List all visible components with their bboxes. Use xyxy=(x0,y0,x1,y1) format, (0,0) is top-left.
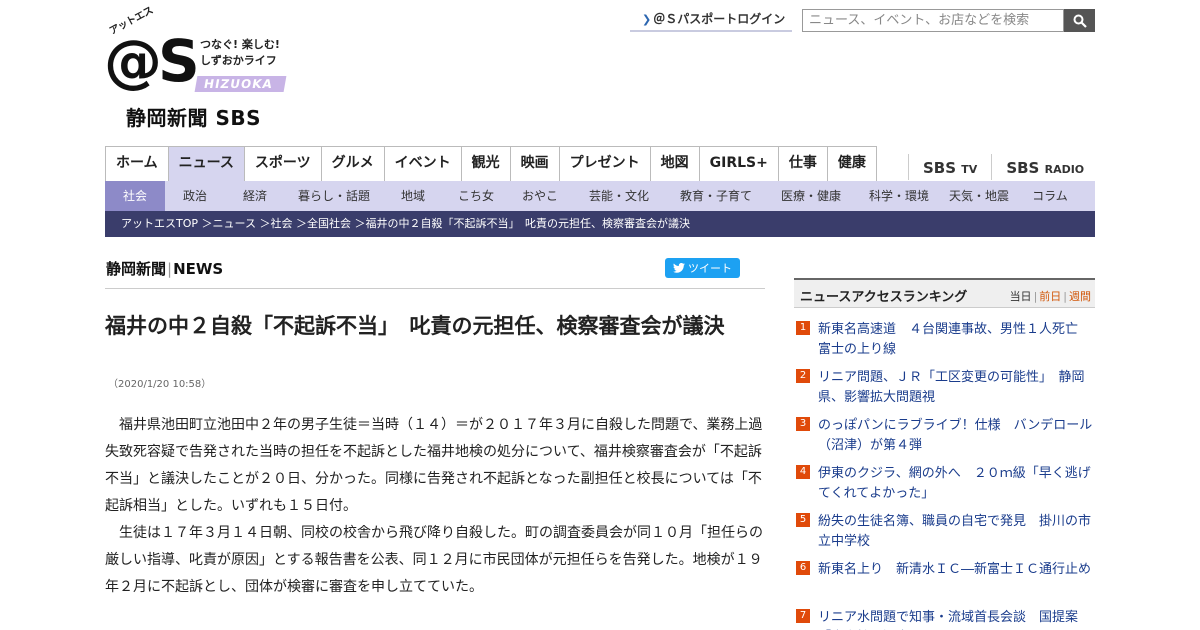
rank-link[interactable]: 紛失の生徒名簿、職員の自宅で発見 掛川の市立中学校 xyxy=(818,514,1091,549)
sub-nav-column[interactable]: コラム xyxy=(1017,181,1083,211)
ranking-tabs: 当日 | 前日 | 週間 xyxy=(1009,290,1091,303)
ranking-item[interactable]: 5 紛失の生徒名簿、職員の自宅で発見 掛川の市立中学校 xyxy=(796,512,1095,560)
sub-nav-economy[interactable]: 経済 xyxy=(225,181,285,211)
ranking-item[interactable]: 2 リニア問題、ＪＲ「工区変更の可能性」 静岡県、影響拡大問題視 xyxy=(796,368,1095,416)
sub-nav-society[interactable]: 社会 xyxy=(105,181,165,211)
sub-nav-region[interactable]: 地域 xyxy=(383,181,443,211)
ranking-header: ニュースアクセスランキング 当日 | 前日 | 週間 xyxy=(794,278,1095,308)
sbs-radio-sub: RADIO xyxy=(1044,163,1085,176)
search-input[interactable] xyxy=(802,9,1064,32)
sbs-tv-main: SBS xyxy=(923,159,957,177)
article-paragraph-1: 福井県池田町立池田中２年の男子生徒＝当時（１４）＝が２０１７年３月に自殺した問題… xyxy=(105,417,763,514)
main-nav-health[interactable]: 健康 xyxy=(828,147,876,181)
sbs-radio-main: SBS xyxy=(1006,159,1040,177)
sub-nav: 社会 政治 経済 暮らし・話題 地域 こち女 おやこ 芸能・文化 教育・子育て … xyxy=(105,181,1095,211)
sub-nav-science[interactable]: 科学・環境 xyxy=(857,181,941,211)
rank-link[interactable]: のっぽパンにラブライブ！仕様 バンデロール（沼津）が第４弾 xyxy=(818,418,1092,453)
main-nav-map[interactable]: 地図 xyxy=(651,147,700,181)
sbs-tv-sub: TV xyxy=(961,163,978,176)
rank-link[interactable]: リニア水問題で知事・流域首長会談 国提案「中立性に疑念」 xyxy=(818,610,1078,630)
article-date: （2020/1/20 10:58） xyxy=(108,379,212,390)
rank-link[interactable]: 新東名高速道 ４台関連事故、男性１人死亡 富士の上り線 xyxy=(818,322,1091,357)
sub-nav-weather[interactable]: 天気・地震 xyxy=(941,181,1017,211)
main-nav-girls[interactable]: GIRLS+ xyxy=(700,147,779,181)
ranking-item[interactable]: 1 新東名高速道 ４台関連事故、男性１人死亡 富士の上り線 xyxy=(796,320,1095,368)
chevron-right-icon: ❯ xyxy=(642,13,652,26)
twitter-bird-icon xyxy=(673,263,685,273)
sub-nav-politics[interactable]: 政治 xyxy=(165,181,225,211)
sub-nav-education[interactable]: 教育・子育て xyxy=(667,181,765,211)
rank-link[interactable]: 伊東のクジラ、網の外へ ２０ｍ級「早く逃げてくれてよかった」 xyxy=(818,466,1091,501)
breadcrumb[interactable]: アットエスTOP ＞ニュース ＞社会 ＞全国社会 ＞福井の中２自殺「不起訴不当」… xyxy=(105,211,1095,237)
sub-nav-culture[interactable]: 芸能・文化 xyxy=(571,181,667,211)
rank-link[interactable]: 新東名上り 新清水ＩＣ―新富士ＩＣ通行止め xyxy=(818,562,1091,577)
rank-number: 2 xyxy=(796,369,810,383)
ranking-tab-today[interactable]: 当日 xyxy=(1010,290,1032,303)
main-nav: ホーム ニュース スポーツ グルメ イベント 観光 映画 プレゼント 地図 GI… xyxy=(105,146,877,181)
tweet-label: ツイート xyxy=(688,262,732,275)
rank-number: 5 xyxy=(796,513,810,527)
sbs-tv-link[interactable]: SBS TV xyxy=(908,154,991,180)
search-icon xyxy=(1073,14,1087,28)
source-main: 静岡新聞 xyxy=(106,260,167,278)
logo-paper-name: 静岡新聞 SBS xyxy=(126,106,262,130)
rank-number: 3 xyxy=(796,417,810,431)
sub-nav-medical[interactable]: 医療・健康 xyxy=(765,181,857,211)
main-nav-home[interactable]: ホーム xyxy=(106,147,169,181)
logo-region: HIZUOKA xyxy=(194,76,287,92)
logo-tagline-1: つなぐ! 楽しむ! xyxy=(200,38,280,51)
logo-mark: @S xyxy=(104,27,200,95)
main-nav-news[interactable]: ニュース xyxy=(168,147,245,181)
tweet-button[interactable]: ツイート xyxy=(665,258,740,278)
passport-login-label: ＠Ｓパスポートログイン xyxy=(653,12,786,26)
passport-login-link[interactable]: ❯ ＠Ｓパスポートログイン xyxy=(630,10,792,32)
site-logo[interactable]: アットエス @S つなぐ! 楽しむ! しずおかライフ HIZUOKA 静岡新聞 … xyxy=(104,5,294,130)
rank-number: 1 xyxy=(796,321,810,335)
ranking-item[interactable]: 4 伊東のクジラ、網の外へ ２０ｍ級「早く逃げてくれてよかった」 xyxy=(796,464,1095,512)
rank-number: 4 xyxy=(796,465,810,479)
article-paragraph-2: 生徒は１７年３月１４日朝、同校の校舎から飛び降り自殺した。町の調査委員会が同１０… xyxy=(105,525,763,595)
sub-nav-oyako[interactable]: おやこ xyxy=(509,181,571,211)
sub-nav-kochijo[interactable]: こち女 xyxy=(443,181,509,211)
ranking-tab-yesterday[interactable]: 前日 xyxy=(1039,290,1061,303)
rank-link[interactable]: リニア問題、ＪＲ「工区変更の可能性」 静岡県、影響拡大問題視 xyxy=(818,370,1085,405)
main-nav-present[interactable]: プレゼント xyxy=(560,147,651,181)
ranking-title: ニュースアクセスランキング xyxy=(800,290,968,305)
source-sub: NEWS xyxy=(173,260,224,278)
article-headline: 福井の中２自殺「不起訴不当」 叱責の元担任、検察審査会が議決 xyxy=(105,314,725,338)
search-button[interactable] xyxy=(1064,9,1095,32)
rank-number: 7 xyxy=(796,609,810,623)
ranking-item[interactable]: 6 新東名上り 新清水ＩＣ―新富士ＩＣ通行止め xyxy=(796,560,1095,608)
ranking-list: 1 新東名高速道 ４台関連事故、男性１人死亡 富士の上り線 2 リニア問題、ＪＲ「工… xyxy=(796,320,1095,630)
ranking-item[interactable]: 7 リニア水問題で知事・流域首長会談 国提案「中立性に疑念」 xyxy=(796,608,1095,630)
logo-tagline-2: しずおかライフ xyxy=(200,54,277,67)
main-nav-event[interactable]: イベント xyxy=(385,147,462,181)
ranking-item[interactable]: 3 のっぽパンにラブライブ！仕様 バンデロール（沼津）が第４弾 xyxy=(796,416,1095,464)
article-body: 福井県池田町立池田中２年の男子生徒＝当時（１４）＝が２０１７年３月に自殺した問題… xyxy=(105,412,767,601)
source-divider xyxy=(105,288,765,289)
main-nav-movie[interactable]: 映画 xyxy=(511,147,560,181)
sub-nav-life[interactable]: 暮らし・話題 xyxy=(285,181,383,211)
main-nav-sports[interactable]: スポーツ xyxy=(245,147,322,181)
ranking-tab-weekly[interactable]: 週間 xyxy=(1069,290,1091,303)
article-source: 静岡新聞|NEWS xyxy=(106,258,223,279)
broadcast-links: SBS TV SBS RADIO xyxy=(908,154,1098,180)
source-separator: | xyxy=(167,260,173,278)
main-nav-tourism[interactable]: 観光 xyxy=(462,147,511,181)
main-nav-gourmet[interactable]: グルメ xyxy=(322,147,385,181)
rank-number: 6 xyxy=(796,561,810,575)
main-nav-jobs[interactable]: 仕事 xyxy=(779,147,828,181)
sbs-radio-link[interactable]: SBS RADIO xyxy=(991,154,1098,180)
